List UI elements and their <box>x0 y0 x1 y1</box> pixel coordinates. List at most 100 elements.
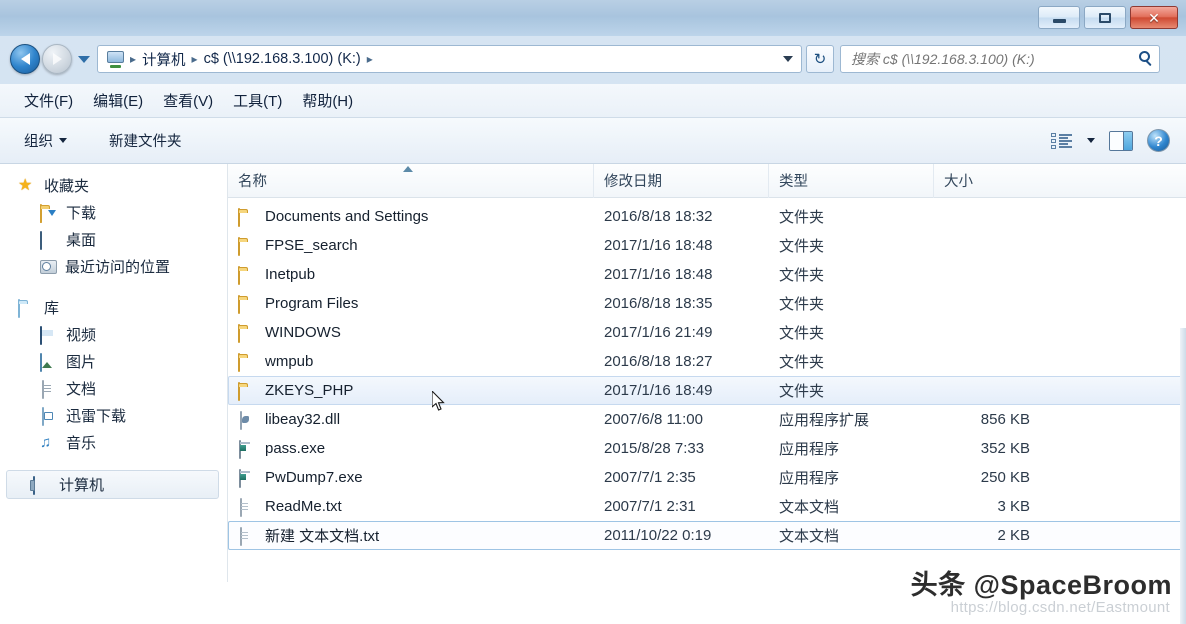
breadcrumb-dropdown-icon[interactable] <box>783 56 793 62</box>
sidebar-item-pictures-label: 图片 <box>66 354 97 371</box>
organize-button[interactable]: 组织 <box>14 125 77 156</box>
close-button[interactable]: ✕ <box>1130 6 1178 29</box>
column-header-date[interactable]: 修改日期 <box>593 163 768 198</box>
file-name-cell: ReadMe.txt <box>229 497 594 517</box>
file-name-label: wmpub <box>265 353 314 370</box>
sidebar-item-desktop[interactable]: 桌面 <box>0 226 227 253</box>
file-name-label: ZKEYS_PHP <box>265 382 354 399</box>
table-row[interactable]: PwDump7.exe 2007/7/1 2:35 应用程序 250 KB <box>228 463 1186 492</box>
file-list-pane: 名称 修改日期 类型 大小 Documents and Settings 2016… <box>228 163 1186 624</box>
column-header-size[interactable]: 大小 <box>933 163 1043 198</box>
minimize-button[interactable] <box>1038 6 1080 29</box>
table-row[interactable]: libeay32.dll 2007/6/8 11:00 应用程序扩展 856 KB <box>228 405 1186 434</box>
breadcrumb-separator-1: ▸ <box>191 52 198 66</box>
sidebar-item-recent-places[interactable]: 最近访问的位置 <box>0 253 227 280</box>
recent-places-icon <box>40 260 57 274</box>
column-header-name[interactable]: 名称 <box>228 164 593 198</box>
file-type-cell: 文本文档 <box>779 499 840 516</box>
recent-pages-chevron-down-icon[interactable] <box>78 55 90 63</box>
folder-icon <box>238 381 256 401</box>
view-chevron-down-icon[interactable] <box>1087 138 1095 143</box>
file-date-cell: 2017/1/16 18:48 <box>604 266 713 283</box>
table-row[interactable]: 新建 文本文档.txt 2011/10/22 0:19 文本文档 2 KB <box>228 521 1186 550</box>
menu-item-file[interactable]: 文件(F) <box>14 86 83 115</box>
folder-icon <box>238 352 256 372</box>
table-row[interactable]: ZKEYS_PHP 2017/1/16 18:49 文件夹 <box>228 376 1186 405</box>
sidebar-item-documents[interactable]: 文档 <box>0 375 227 402</box>
table-row[interactable]: Inetpub 2017/1/16 18:48 文件夹 <box>228 260 1186 289</box>
search-input[interactable] <box>851 47 1136 71</box>
file-size-cell: 3 KB <box>997 498 1030 515</box>
sort-ascending-icon <box>403 165 413 172</box>
file-name-label: Program Files <box>265 295 359 312</box>
window-controls: ✕ <box>1038 6 1178 29</box>
file-size-cell: 2 KB <box>997 527 1030 544</box>
computer-icon <box>33 475 51 495</box>
folder-icon <box>238 265 256 285</box>
folder-icon <box>238 236 256 256</box>
column-header-type[interactable]: 类型 <box>768 163 933 198</box>
column-header-name-label: 名称 <box>238 174 267 190</box>
table-row[interactable]: Program Files 2016/8/18 18:35 文件夹 <box>228 289 1186 318</box>
menu-item-view[interactable]: 查看(V) <box>153 86 223 115</box>
breadcrumb[interactable]: ▸ 计算机 ▸ c$ (\\192.168.3.100) (K:) ▸ <box>97 45 802 73</box>
menu-item-tools[interactable]: 工具(T) <box>223 86 292 115</box>
maximize-button[interactable] <box>1084 6 1126 29</box>
sidebar-group-libraries-label: 库 <box>44 300 60 317</box>
menu-item-edit[interactable]: 编辑(E) <box>83 86 153 115</box>
breadcrumb-separator-0: ▸ <box>130 52 137 66</box>
sidebar-item-xunlei-download[interactable]: 迅雷下载 <box>0 402 227 429</box>
search-box[interactable] <box>840 45 1160 73</box>
sidebar-item-videos[interactable]: 视频 <box>0 321 227 348</box>
file-date-cell: 2017/1/16 21:49 <box>604 324 713 341</box>
table-row[interactable]: WINDOWS 2017/1/16 21:49 文件夹 <box>228 318 1186 347</box>
sidebar-item-downloads[interactable]: 下载 <box>0 199 227 226</box>
file-name-label: FPSE_search <box>265 237 358 254</box>
sidebar-item-music[interactable]: ♫ 音乐 <box>0 429 227 456</box>
sidebar-group-libraries[interactable]: 库 <box>0 294 227 321</box>
breadcrumb-item-share[interactable]: c$ (\\192.168.3.100) (K:) <box>199 49 366 69</box>
dll-icon <box>238 410 256 430</box>
file-name-cell: ZKEYS_PHP <box>229 381 594 401</box>
refresh-button[interactable]: ↻ <box>806 45 834 73</box>
navigation-pane: ★ 收藏夹 下载 桌面 最近访问的位置 库 视频 图片 文档 迅雷下载 ♫ 音乐… <box>0 164 228 624</box>
arrow-right-icon <box>52 53 62 65</box>
file-date-cell: 2017/1/16 18:49 <box>604 382 713 399</box>
file-size-cell: 352 KB <box>980 440 1030 457</box>
search-icon[interactable] <box>1139 51 1150 62</box>
file-name-cell: pass.exe <box>229 439 594 459</box>
file-name-cell: 新建 文本文档.txt <box>229 525 594 546</box>
file-name-label: Documents and Settings <box>265 208 429 225</box>
column-header-type-label: 类型 <box>779 174 808 190</box>
xunlei-download-icon <box>40 406 58 426</box>
sidebar-item-videos-label: 视频 <box>66 327 97 344</box>
column-header-size-label: 大小 <box>944 174 973 190</box>
table-row[interactable]: FPSE_search 2017/1/16 18:48 文件夹 <box>228 231 1186 260</box>
menu-item-help[interactable]: 帮助(H) <box>292 86 363 115</box>
file-rows: Documents and Settings 2016/8/18 18:32 文件夹… <box>228 198 1186 550</box>
watermark-text: 头条 @SpaceBroom <box>910 570 1172 600</box>
forward-button[interactable] <box>42 44 72 74</box>
table-row[interactable]: Documents and Settings 2016/8/18 18:32 文件夹 <box>228 202 1186 231</box>
change-view-icon[interactable] <box>1051 132 1073 149</box>
video-icon <box>40 325 58 345</box>
sidebar-group-favorites[interactable]: ★ 收藏夹 <box>0 172 227 199</box>
file-name-label: 新建 文本文档.txt <box>265 528 380 545</box>
file-name-cell: wmpub <box>229 352 594 372</box>
breadcrumb-item-computer[interactable]: 计算机 <box>137 47 191 72</box>
close-icon: ✕ <box>1148 9 1160 26</box>
folder-icon <box>238 294 256 314</box>
preview-pane-icon[interactable] <box>1109 130 1133 151</box>
table-row[interactable]: pass.exe 2015/8/28 7:33 应用程序 352 KB <box>228 434 1186 463</box>
table-row[interactable]: wmpub 2016/8/18 18:27 文件夹 <box>228 347 1186 376</box>
file-name-label: libeay32.dll <box>265 411 341 428</box>
table-row[interactable]: ReadMe.txt 2007/7/1 2:31 文本文档 3 KB <box>228 492 1186 521</box>
desktop-icon <box>40 230 58 250</box>
new-folder-button[interactable]: 新建文件夹 <box>99 125 192 156</box>
sidebar-item-computer[interactable]: 计算机 <box>6 470 219 499</box>
back-button[interactable] <box>10 44 40 74</box>
sidebar-item-pictures[interactable]: 图片 <box>0 348 227 375</box>
help-icon[interactable]: ? <box>1147 129 1170 152</box>
